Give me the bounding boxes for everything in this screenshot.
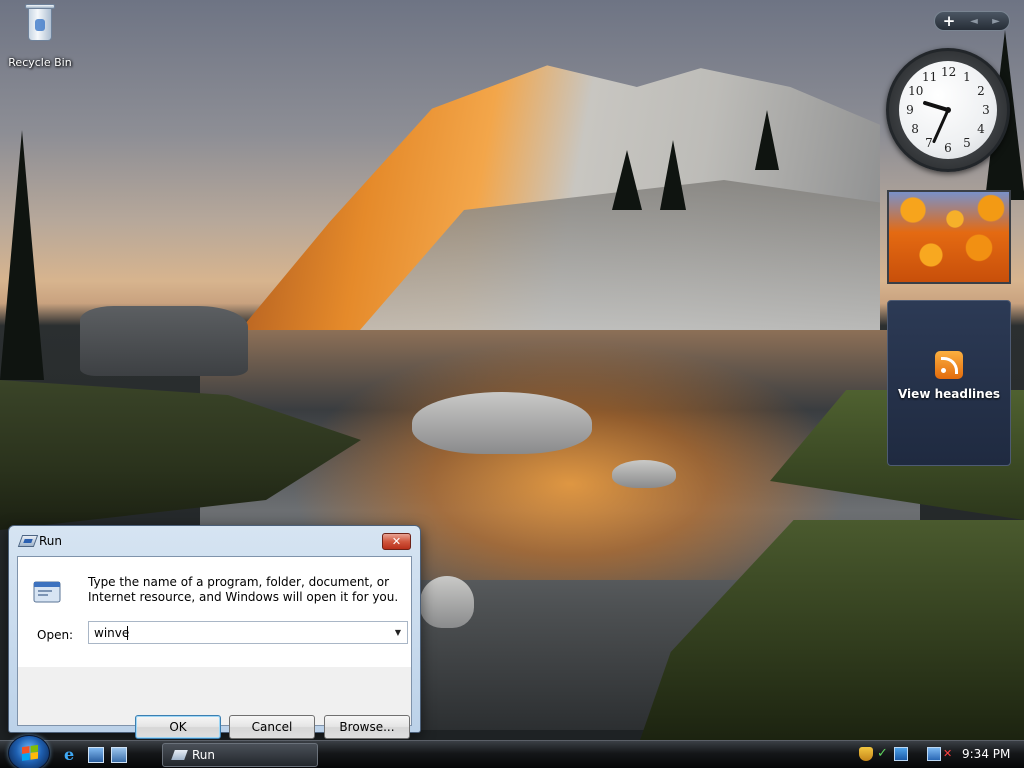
windows-logo-icon: [22, 744, 38, 762]
run-dialog-content: Type the name of a program, folder, docu…: [18, 557, 411, 667]
run-dialog-title: Run: [39, 534, 63, 548]
text-cursor: [127, 626, 128, 640]
taskbar-button-label: Run: [192, 748, 216, 762]
close-button[interactable]: ✕: [382, 533, 411, 550]
volume-muted-icon[interactable]: ✕: [943, 747, 957, 761]
feed-headlines-gadget[interactable]: View headlines: [887, 300, 1011, 466]
desktop-icon-recycle-bin[interactable]: Recycle Bin: [4, 2, 76, 69]
previous-gadgets-button[interactable]: ◄: [963, 16, 985, 27]
taskbar-button-run[interactable]: Run: [162, 743, 318, 767]
clock-number: 3: [982, 103, 990, 117]
clock-number: 10: [908, 84, 924, 98]
clock-minute-hand: [931, 109, 950, 144]
clock-face: 12 1 2 3 4 5 6 7 8 9 10 11: [899, 61, 997, 159]
network-status-icon[interactable]: [927, 747, 941, 761]
run-description: Type the name of a program, folder, docu…: [88, 575, 399, 604]
add-gadget-button[interactable]: +: [935, 12, 963, 30]
clock-time[interactable]: 9:34 PM: [962, 747, 1010, 761]
run-icon: [17, 535, 39, 547]
rss-feed-icon: [935, 351, 963, 379]
browse-button[interactable]: Browse...: [324, 715, 410, 739]
run-dialog-titlebar[interactable]: Run ✕: [9, 526, 420, 556]
run-icon: [171, 750, 188, 760]
clock-gadget[interactable]: 12 1 2 3 4 5 6 7 8 9 10 11: [886, 48, 1010, 172]
open-label: Open:: [37, 628, 74, 642]
desktop-icon-label: Recycle Bin: [8, 56, 72, 69]
clock-number: 1: [963, 70, 971, 85]
wallpaper-tree: [0, 130, 44, 380]
recycle-bin-icon: [25, 2, 55, 42]
taskbar: e Run ✓ ✕ 9:34 PM: [0, 735, 1024, 768]
cancel-button[interactable]: Cancel: [229, 715, 315, 739]
run-dialog-body: Type the name of a program, folder, docu…: [17, 556, 412, 739]
next-gadgets-button[interactable]: ►: [985, 16, 1007, 27]
show-desktop-icon[interactable]: [88, 747, 104, 763]
open-combobox[interactable]: winve ▼: [88, 621, 408, 644]
run-dialog: Run ✕ Type the name of a program, folder…: [8, 525, 421, 739]
start-button[interactable]: [8, 735, 50, 768]
check-icon[interactable]: ✓: [877, 747, 891, 761]
clock-number: 12: [941, 65, 957, 79]
wallpaper-rock: [420, 576, 474, 628]
view-headlines-link[interactable]: View headlines: [888, 387, 1010, 401]
security-shield-icon[interactable]: [859, 747, 873, 761]
network-icon[interactable]: [894, 747, 908, 761]
sidebar-controls: + ◄ ►: [934, 11, 1010, 31]
wallpaper-rock: [412, 392, 592, 454]
clock-number: 6: [944, 141, 952, 155]
close-icon: ✕: [391, 535, 402, 548]
wallpaper-rock: [80, 306, 248, 376]
clock-number: 9: [906, 103, 914, 117]
wallpaper-rock: [612, 460, 676, 488]
clock-number: 8: [911, 122, 919, 136]
dropdown-arrow-icon[interactable]: ▼: [389, 622, 407, 643]
clock-number: 2: [977, 84, 985, 98]
switch-windows-icon[interactable]: [111, 747, 127, 763]
clock-number: 4: [977, 122, 985, 136]
ok-button[interactable]: OK: [135, 715, 221, 739]
slideshow-gadget[interactable]: [887, 190, 1011, 284]
notification-area: ✓ ✕ 9:34 PM: [850, 741, 1024, 768]
run-program-icon: [33, 581, 61, 603]
clock-number: 5: [963, 135, 971, 150]
open-input[interactable]: winve: [94, 626, 129, 640]
internet-explorer-icon[interactable]: e: [64, 747, 80, 763]
clock-center-pin: [945, 107, 951, 113]
clock-number: 11: [922, 70, 938, 85]
